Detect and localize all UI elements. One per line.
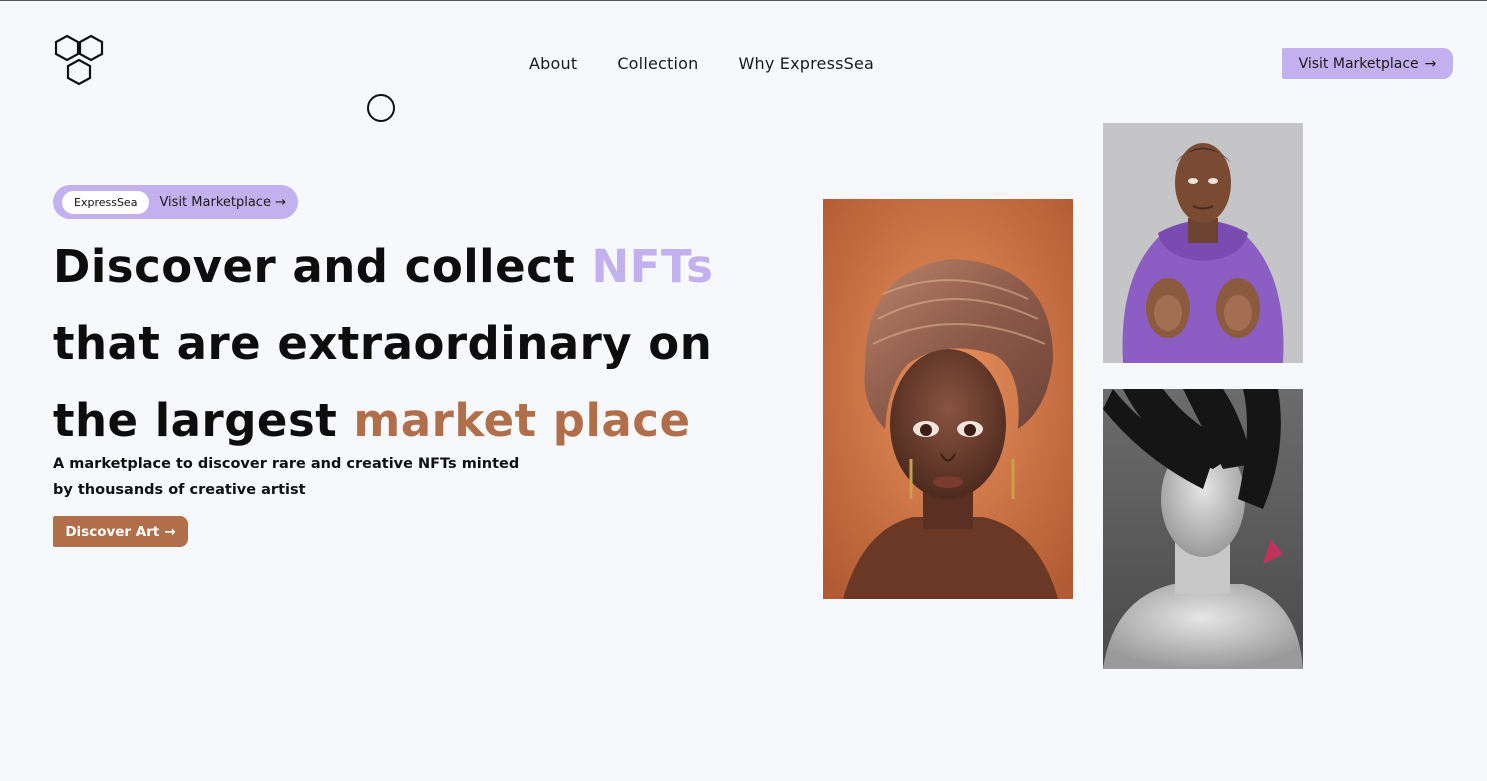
arrow-right-icon: → xyxy=(275,194,286,210)
headline-highlight-nfts: NFTs xyxy=(591,240,714,293)
top-border xyxy=(0,0,1487,1)
headline-line-2: that are extraordinary on xyxy=(53,317,713,370)
hero-headline: Discover and collect NFTs that are extra… xyxy=(53,228,753,459)
nav-about[interactable]: About xyxy=(529,54,577,73)
nft-artwork-monochrome-bust[interactable] xyxy=(1103,389,1303,669)
nav-collection[interactable]: Collection xyxy=(617,54,698,73)
visit-marketplace-button[interactable]: Visit Marketplace → xyxy=(1282,48,1453,79)
cursor-ring-icon xyxy=(367,94,395,122)
main-nav: About Collection Why ExpressSea xyxy=(529,54,874,73)
arrow-right-icon: → xyxy=(1424,55,1437,72)
hero-subtitle: A marketplace to discover rare and creat… xyxy=(53,456,520,498)
visit-marketplace-label: Visit Marketplace xyxy=(1298,55,1419,72)
headline-part-3: the largest xyxy=(53,394,354,447)
nav-why-expresssea[interactable]: Why ExpressSea xyxy=(738,54,874,73)
discover-art-button[interactable]: Discover Art → xyxy=(53,516,188,547)
hexagon-logo-icon[interactable] xyxy=(54,34,108,88)
discover-art-label: Discover Art xyxy=(65,523,160,540)
pill-label: Visit Marketplace → xyxy=(159,194,286,210)
headline-part-1: Discover and collect xyxy=(53,240,592,293)
brand-tag: ExpressSea xyxy=(62,190,150,214)
headline-highlight-marketplace: market place xyxy=(353,394,691,447)
nft-artwork-purple-hoodie[interactable] xyxy=(1103,123,1303,363)
arrow-right-icon: → xyxy=(164,523,176,540)
nft-artwork-headwrap-woman[interactable] xyxy=(823,199,1073,599)
hero-marketplace-pill[interactable]: ExpressSea Visit Marketplace → xyxy=(53,185,298,219)
